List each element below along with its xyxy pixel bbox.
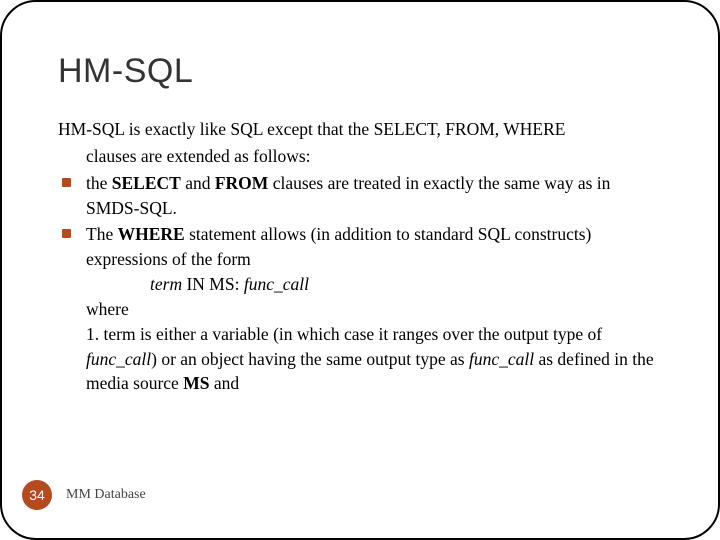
b1-from: FROM bbox=[215, 173, 268, 193]
expr-ms: MS bbox=[209, 274, 234, 294]
bullet-2: The WHERE statement allows (in addition … bbox=[58, 222, 662, 396]
intro-line-2: clauses are extended as follows: bbox=[58, 144, 662, 169]
intro-line-1: HM-SQL is exactly like SQL except that t… bbox=[58, 117, 662, 142]
b1-select: SELECT bbox=[112, 173, 181, 193]
def-f: MS bbox=[183, 373, 209, 393]
b2-where: WHERE bbox=[118, 224, 185, 244]
slide-title: HM-SQL bbox=[58, 52, 662, 91]
def-c: ) or an object having the same output ty… bbox=[151, 349, 469, 369]
b1-text-a: the bbox=[86, 173, 112, 193]
definition-1: 1. term is either a variable (in which c… bbox=[86, 322, 662, 397]
footer-text: MM Database bbox=[66, 487, 146, 503]
expr-func: func_call bbox=[244, 274, 309, 294]
page-number-badge: 34 bbox=[22, 480, 52, 510]
def-a: 1. term is either a variable (in which c… bbox=[86, 324, 602, 344]
b2-main: The WHERE statement allows (in addition … bbox=[86, 222, 662, 272]
b1-text-c: and bbox=[181, 173, 215, 193]
expr-in: IN bbox=[182, 274, 209, 294]
b2-text-a: The bbox=[86, 224, 118, 244]
bullet-1: the SELECT and FROM clauses are treated … bbox=[58, 171, 662, 221]
expression-line: term IN MS: func_call bbox=[86, 272, 662, 297]
def-b: func_call bbox=[86, 349, 151, 369]
def-g: and bbox=[209, 373, 239, 393]
def-d: func_call bbox=[469, 349, 534, 369]
bullet-list: the SELECT and FROM clauses are treated … bbox=[58, 171, 662, 397]
where-label: where bbox=[86, 297, 662, 322]
slide-footer: 34 MM Database bbox=[22, 480, 146, 510]
expr-term: term bbox=[150, 274, 182, 294]
slide-body: HM-SQL is exactly like SQL except that t… bbox=[58, 117, 662, 396]
slide-frame: HM-SQL HM-SQL is exactly like SQL except… bbox=[0, 0, 720, 540]
expr-colon: : bbox=[235, 274, 244, 294]
